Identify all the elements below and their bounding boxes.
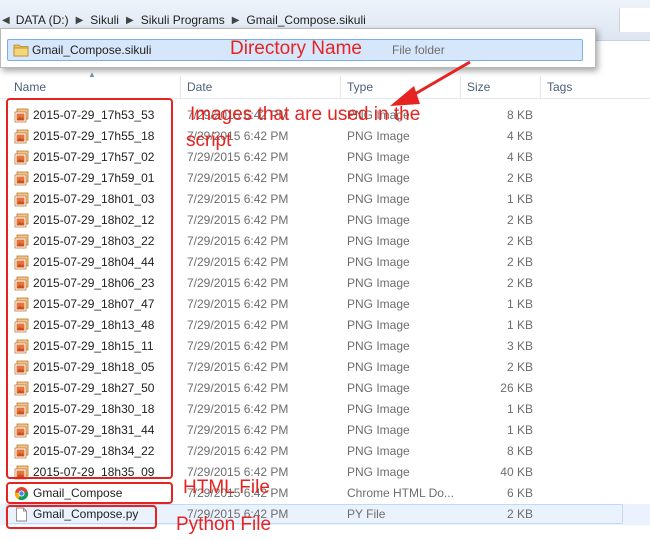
annotation-images-line1: Images that are used in the <box>190 104 421 125</box>
file-type: PY File <box>347 507 386 521</box>
file-type: PNG Image <box>347 360 410 374</box>
file-size: 1 KB <box>506 318 533 332</box>
file-type: PNG Image <box>347 465 410 479</box>
folder-icon <box>13 44 29 57</box>
file-type: PNG Image <box>347 213 410 227</box>
file-type: PNG Image <box>347 444 410 458</box>
file-date: 7/29/2015 6:42 PM <box>187 192 289 206</box>
file-type: PNG Image <box>347 402 410 416</box>
chevron-right-icon[interactable]: ▶ <box>69 15 91 26</box>
annotation-directory-name: Directory Name <box>230 38 362 59</box>
file-size: 1 KB <box>506 192 533 206</box>
sort-ascending-icon: ▲ <box>88 70 96 79</box>
chevron-right-icon[interactable]: ▶ <box>225 15 247 26</box>
breadcrumb-current-folder[interactable]: Gmail_Compose.sikuli <box>246 13 365 27</box>
file-type: PNG Image <box>347 255 410 269</box>
images-group-outline <box>6 98 173 479</box>
file-size: 1 KB <box>506 402 533 416</box>
file-date: 7/29/2015 6:42 PM <box>187 381 289 395</box>
file-size: 1 KB <box>506 423 533 437</box>
file-size: 2 KB <box>506 507 533 521</box>
file-date: 7/29/2015 6:42 PM <box>187 234 289 248</box>
file-type: PNG Image <box>347 192 410 206</box>
column-header-date[interactable]: Date <box>181 76 341 98</box>
html-file-outline <box>6 482 173 504</box>
file-type: PNG Image <box>347 234 410 248</box>
file-type: PNG Image <box>347 171 410 185</box>
annotation-html-file: HTML File <box>183 477 270 498</box>
file-type: PNG Image <box>347 318 410 332</box>
file-type: PNG Image <box>347 150 410 164</box>
annotation-images-line2: script <box>186 130 232 151</box>
file-size: 2 KB <box>506 171 533 185</box>
breadcrumb-drive[interactable]: DATA (D:) <box>16 13 69 27</box>
file-date: 7/29/2015 6:42 PM <box>187 213 289 227</box>
file-size: 4 KB <box>506 150 533 164</box>
file-date: 7/29/2015 6:42 PM <box>187 276 289 290</box>
file-date: 7/29/2015 6:42 PM <box>187 444 289 458</box>
file-type: PNG Image <box>347 276 410 290</box>
file-size: 3 KB <box>506 339 533 353</box>
column-header-name[interactable]: Name <box>0 76 181 98</box>
file-size: 2 KB <box>506 360 533 374</box>
file-size: 2 KB <box>506 234 533 248</box>
file-date: 7/29/2015 6:42 PM <box>187 423 289 437</box>
address-dropdown-button[interactable] <box>619 8 650 32</box>
file-type: PNG Image <box>347 381 410 395</box>
column-header-tags[interactable]: Tags <box>541 76 631 98</box>
file-size: 4 KB <box>506 129 533 143</box>
file-size: 26 KB <box>500 381 533 395</box>
file-type: Chrome HTML Do... <box>347 486 454 500</box>
python-file-outline <box>6 505 157 529</box>
chevron-left-icon[interactable]: ◀ <box>0 15 16 26</box>
file-size: 2 KB <box>506 213 533 227</box>
file-size: 6 KB <box>506 486 533 500</box>
file-date: 7/29/2015 6:42 PM <box>187 297 289 311</box>
breadcrumb-sikuli-programs[interactable]: Sikuli Programs <box>141 13 225 27</box>
breadcrumb-sikuli[interactable]: Sikuli <box>90 13 119 27</box>
column-header-row: Name Date Type Size Tags <box>0 76 650 99</box>
file-date: 7/29/2015 6:42 PM <box>187 402 289 416</box>
file-type: PNG Image <box>347 339 410 353</box>
file-type: PNG Image <box>347 297 410 311</box>
file-type: PNG Image <box>347 129 410 143</box>
file-size: 40 KB <box>500 465 533 479</box>
file-date: 7/29/2015 6:42 PM <box>187 360 289 374</box>
file-size: 1 KB <box>506 297 533 311</box>
file-date: 7/29/2015 6:42 PM <box>187 255 289 269</box>
file-size: 2 KB <box>506 255 533 269</box>
file-date: 7/29/2015 6:42 PM <box>187 318 289 332</box>
file-date: 7/29/2015 6:42 PM <box>187 339 289 353</box>
chevron-right-icon[interactable]: ▶ <box>119 15 141 26</box>
file-size: 8 KB <box>506 444 533 458</box>
folder-name: Gmail_Compose.sikuli <box>32 43 152 57</box>
file-size: 2 KB <box>506 276 533 290</box>
annotation-python-file: Python File <box>176 514 272 535</box>
file-date: 7/29/2015 6:42 PM <box>187 171 289 185</box>
file-type: PNG Image <box>347 423 410 437</box>
